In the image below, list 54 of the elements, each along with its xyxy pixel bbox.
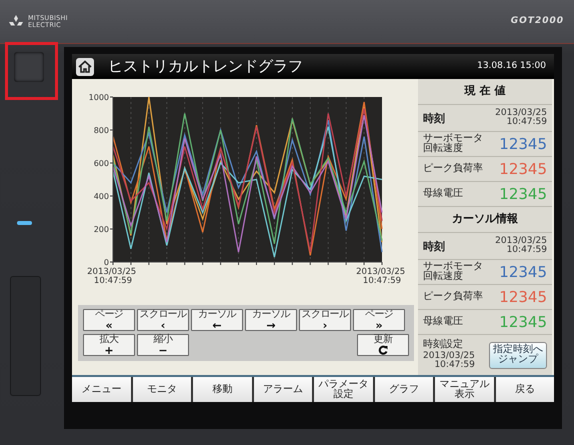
- nav-button[interactable]: メニュー: [72, 377, 132, 402]
- value-reading: 12345: [499, 262, 547, 283]
- time-label: 2013/03/25 10:47:59: [87, 267, 136, 286]
- value-label: 母線電圧: [423, 189, 463, 199]
- control-button[interactable]: 拡大 +: [83, 334, 135, 356]
- nav-button[interactable]: 戻る: [496, 377, 554, 402]
- control-button[interactable]: スクロール ‹: [137, 309, 189, 331]
- panel-heading: 現 在 値: [418, 79, 552, 105]
- value-reading: 12345: [499, 134, 547, 155]
- nav-button[interactable]: パラメータ設定: [314, 377, 374, 402]
- control-button[interactable]: ページ »: [353, 309, 405, 331]
- time-label: 2013/03/25 10:47:59: [356, 267, 406, 286]
- refresh-button[interactable]: 更新: [357, 334, 409, 356]
- nav-button[interactable]: マニュアル表示: [435, 377, 496, 402]
- value-reading: 12345: [499, 184, 547, 205]
- tick-label: 200: [94, 225, 109, 234]
- setting-label: 時刻設定: [423, 340, 464, 350]
- value-label: ピーク負荷率: [423, 164, 483, 174]
- control-button[interactable]: カーソル ←: [191, 309, 243, 331]
- tick-label: 1000: [88, 93, 109, 102]
- control-button[interactable]: ページ «: [83, 309, 135, 331]
- value-reading: 12345: [499, 312, 547, 333]
- refresh-icon: [378, 345, 388, 355]
- value-reading: 12345: [499, 158, 547, 180]
- screen-title: ヒストリカルトレンドグラフ: [108, 56, 304, 78]
- time-value: 2013/03/25 10:47:59: [495, 236, 547, 256]
- time-label: 時刻: [423, 112, 445, 124]
- tick-label: 800: [94, 126, 109, 135]
- nav-button[interactable]: アラーム: [254, 377, 314, 402]
- home-icon[interactable]: [76, 58, 94, 76]
- tick-label: 600: [94, 159, 109, 168]
- value-label: 母線電圧: [423, 317, 463, 327]
- nav-button[interactable]: 移動: [193, 377, 254, 402]
- control-button[interactable]: 縮小 −: [137, 334, 189, 356]
- highlight-frame: [5, 42, 58, 100]
- model-name: GOT2000: [510, 14, 564, 28]
- control-button[interactable]: スクロール ›: [299, 309, 351, 331]
- jump-button[interactable]: 指定時刻へジャンプ: [489, 342, 547, 368]
- time-value: 2013/03/25 10:47:59: [423, 352, 475, 370]
- tick-label: 400: [94, 192, 109, 201]
- control-button[interactable]: カーソル →: [245, 309, 297, 331]
- nav-button[interactable]: グラフ: [374, 377, 435, 402]
- date-time: 13.08.16 15:00: [477, 60, 546, 73]
- status-led: [17, 221, 32, 225]
- value-label: ピーク負荷率: [423, 292, 483, 302]
- nav-button[interactable]: モニタ: [132, 377, 193, 402]
- panel-heading: カーソル情報: [418, 207, 552, 233]
- logo-icon: [8, 14, 24, 28]
- time-value: 2013/03/25 10:47:59: [495, 108, 547, 128]
- value-label: サーボモータ回転速度: [423, 262, 483, 282]
- value-label: サーボモータ回転速度: [423, 134, 483, 154]
- tick-label: 0: [104, 258, 109, 267]
- value-reading: 12345: [499, 286, 547, 308]
- time-label: 時刻: [423, 240, 445, 252]
